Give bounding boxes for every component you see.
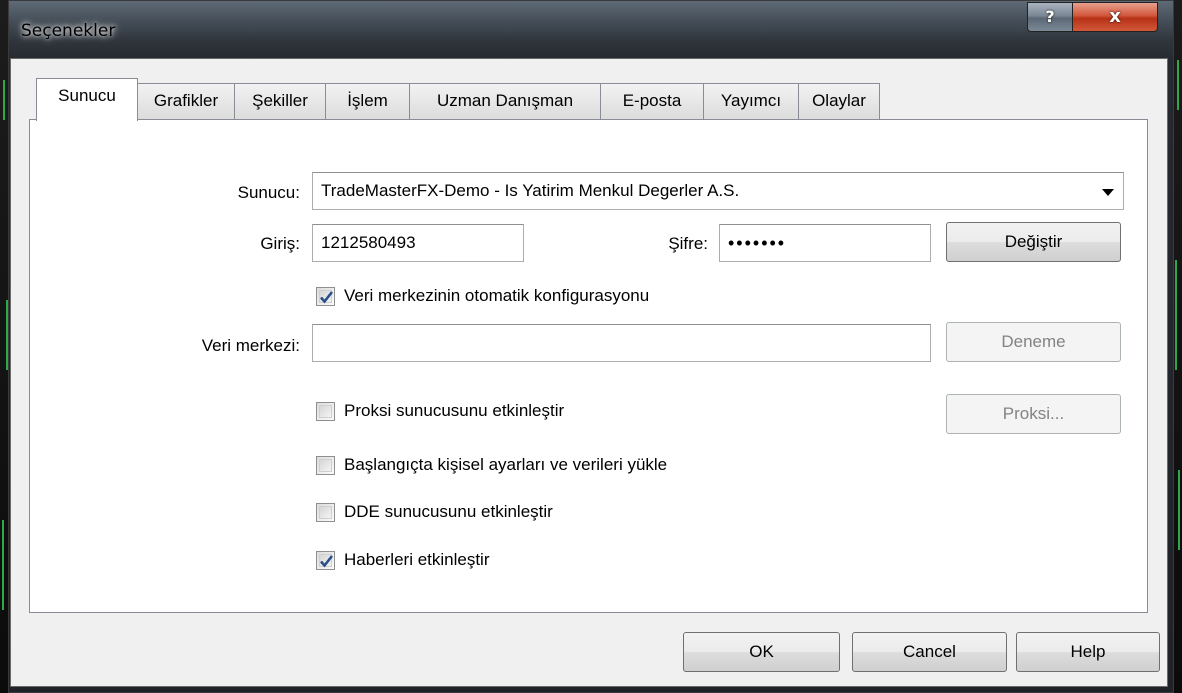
tab-grafikler[interactable]: Grafikler: [137, 83, 235, 119]
proxy-settings-button[interactable]: Proksi...: [946, 394, 1121, 434]
button-label: Değiştir: [1004, 232, 1063, 251]
dde-checkbox[interactable]: [316, 503, 335, 522]
password-label: Şifre:: [668, 234, 708, 253]
auto-config-label[interactable]: Veri merkezinin otomatik konfigurasyonu: [344, 286, 649, 306]
test-button[interactable]: Deneme: [946, 322, 1121, 362]
tab-label: İşlem: [347, 91, 388, 110]
help-button[interactable]: Help: [1016, 632, 1160, 672]
tab-label: Sunucu: [58, 86, 116, 105]
chart-line: [1177, 60, 1179, 110]
checkmark-icon: [320, 555, 334, 568]
server-combobox[interactable]: TradeMasterFX-Demo - Is Yatirim Menkul D…: [312, 172, 1124, 210]
ok-button[interactable]: OK: [683, 632, 840, 672]
tab-uzman-danisman[interactable]: Uzman Danışman: [409, 83, 601, 119]
proxy-checkbox[interactable]: [316, 402, 335, 421]
chart-line: [1175, 260, 1177, 370]
title-bar[interactable]: Seçenekler ? x: [9, 1, 1173, 59]
button-label: Deneme: [1001, 332, 1066, 351]
tab-olaylar[interactable]: Olaylar: [798, 83, 880, 119]
change-password-button[interactable]: Değiştir: [946, 222, 1121, 262]
tab-label: E-posta: [622, 91, 682, 110]
button-label: Cancel: [903, 642, 956, 661]
server-value: TradeMasterFX-Demo - Is Yatirim Menkul D…: [321, 181, 740, 200]
button-label: OK: [749, 642, 774, 661]
checkbox-box: [319, 459, 332, 472]
chart-line: [1178, 470, 1180, 550]
close-icon: x: [1109, 6, 1121, 27]
cancel-button[interactable]: Cancel: [852, 632, 1007, 672]
chart-line: [3, 80, 5, 120]
tab-e-posta[interactable]: E-posta: [600, 83, 704, 119]
news-checkbox[interactable]: [316, 551, 335, 570]
tab-islem[interactable]: İşlem: [325, 83, 410, 119]
help-title-button[interactable]: ?: [1027, 2, 1073, 32]
proxy-label[interactable]: Proksi sunucusunu etkinleştir: [344, 401, 564, 421]
tab-yayimci[interactable]: Yayımcı: [703, 83, 799, 119]
login-value: 1212580493: [321, 233, 416, 252]
window-title: Seçenekler: [21, 21, 116, 41]
checkbox-box: [319, 405, 332, 418]
password-input[interactable]: •••••••: [719, 224, 931, 262]
question-mark-icon: ?: [1045, 7, 1055, 26]
button-label: Help: [1070, 642, 1106, 661]
background-app-right-edge: [1173, 0, 1182, 693]
tab-label: Uzman Danışman: [436, 91, 574, 110]
tab-label: Şekiller: [252, 91, 308, 110]
load-settings-checkbox[interactable]: [316, 456, 335, 475]
tab-label: Grafikler: [153, 91, 219, 110]
chart-line: [2, 520, 4, 610]
checkbox-box: [319, 506, 332, 519]
load-settings-label[interactable]: Başlangıçta kişisel ayarları ve verileri…: [344, 455, 667, 475]
data-center-label: Veri merkezi:: [201, 336, 300, 355]
password-mask: •••••••: [728, 233, 787, 253]
checkmark-icon: [320, 291, 334, 304]
chevron-down-icon[interactable]: [1102, 189, 1114, 196]
login-input[interactable]: 1212580493: [312, 224, 524, 262]
close-button[interactable]: x: [1072, 2, 1158, 32]
button-label: Proksi...: [1002, 404, 1065, 423]
tab-label: Olaylar: [812, 91, 866, 110]
data-center-input[interactable]: [312, 324, 931, 362]
tab-sekiller[interactable]: Şekiller: [234, 83, 326, 119]
auto-config-checkbox[interactable]: [316, 287, 335, 306]
server-label: Sunucu:: [237, 183, 300, 202]
tab-sunucu[interactable]: Sunucu: [36, 78, 138, 121]
login-label: Giriş:: [260, 234, 300, 253]
dde-label[interactable]: DDE sunucusunu etkinleştir: [344, 502, 553, 522]
news-label[interactable]: Haberleri etkinleştir: [344, 550, 490, 570]
tab-label: Yayımcı: [720, 91, 782, 110]
